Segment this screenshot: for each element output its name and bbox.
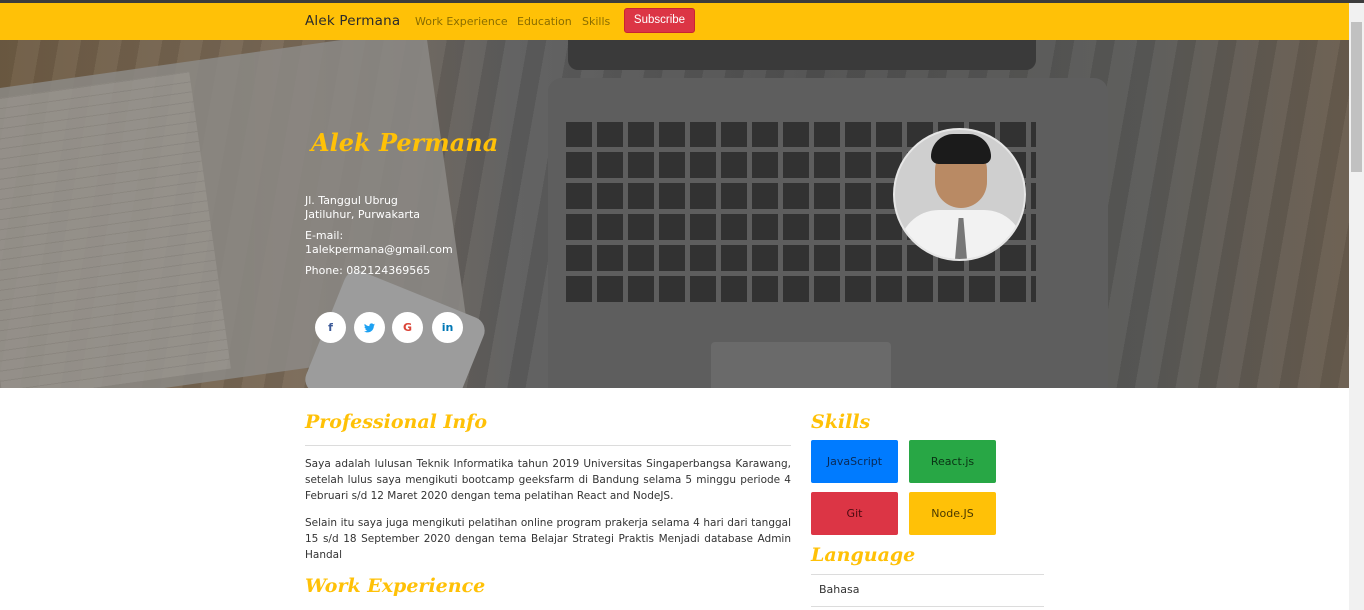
twitter-icon[interactable] <box>354 312 385 343</box>
address-line1: Jl. Tanggul Ubrug <box>305 194 398 207</box>
skill-reactjs: React.js <box>909 440 996 483</box>
profile-photo-avatar <box>893 128 1026 261</box>
subscribe-button[interactable]: Subscribe <box>624 8 695 33</box>
professional-info-paragraph-1: Saya adalah lulusan Teknik Informatika t… <box>305 458 791 502</box>
nav-link-education[interactable]: Education <box>517 15 572 28</box>
skill-nodejs: Node.JS <box>909 492 996 535</box>
professional-info-paragraph-2: Selain itu saya juga mengikuti pelatihan… <box>305 517 791 561</box>
email-label: E-mail: <box>305 229 344 242</box>
nav-link-skills[interactable]: Skills <box>582 15 610 28</box>
email-value[interactable]: 1alekpermana@gmail.com <box>305 243 453 257</box>
skills-heading: Skills <box>811 411 871 433</box>
navbar: Alek Permana Work Experience Education S… <box>0 3 1364 40</box>
nav-link-work-experience[interactable]: Work Experience <box>415 15 508 28</box>
divider <box>305 445 791 446</box>
divider <box>811 574 1044 575</box>
language-item: Bahasa <box>819 583 860 596</box>
hero-name: Alek Permana <box>311 128 499 157</box>
divider <box>811 606 1044 607</box>
address-line2: Jatiluhur, Purwakarta <box>305 208 421 221</box>
facebook-icon[interactable]: f <box>315 312 346 343</box>
navbar-brand[interactable]: Alek Permana <box>305 13 400 29</box>
skill-git: Git <box>811 492 898 535</box>
skill-javascript: JavaScript <box>811 440 898 483</box>
work-experience-heading: Work Experience <box>305 575 486 597</box>
scrollbar-thumb[interactable] <box>1351 22 1362 172</box>
phone: Phone: 082124369565 <box>305 264 431 277</box>
hero-banner <box>0 40 1349 388</box>
linkedin-icon[interactable]: in <box>432 312 463 343</box>
google-icon[interactable]: G <box>392 312 423 343</box>
language-heading: Language <box>811 544 916 566</box>
background-laptop-image <box>548 40 1108 388</box>
professional-info-heading: Professional Info <box>305 411 488 433</box>
